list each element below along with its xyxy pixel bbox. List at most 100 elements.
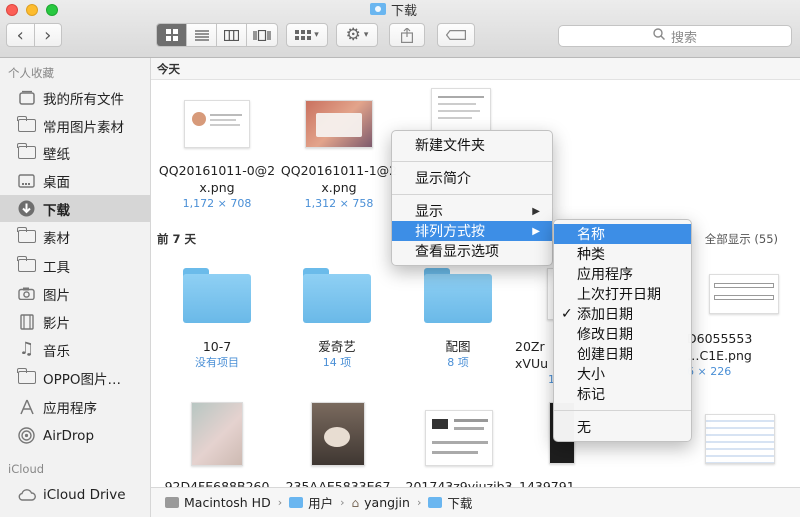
- list-view-icon: [194, 29, 209, 41]
- camera-icon: [17, 286, 36, 301]
- sidebar-item-label: 工具: [43, 259, 70, 276]
- gear-icon: ⚙: [345, 25, 361, 45]
- sort-option-size[interactable]: 大小: [554, 364, 691, 384]
- file-item[interactable]: 20Zr xVUu 1: [515, 268, 573, 387]
- file-item[interactable]: [691, 414, 791, 464]
- arrange-button[interactable]: ▾: [286, 23, 328, 47]
- sidebar-item-music[interactable]: ♫ 音乐: [0, 336, 150, 363]
- file-thumbnail: [311, 402, 365, 466]
- file-item[interactable]: D6055553 …C1E.png 6 × 226: [687, 268, 800, 379]
- back-button[interactable]: ‹: [7, 24, 35, 46]
- tags-button[interactable]: [437, 23, 475, 47]
- path-segment[interactable]: yangjin: [364, 495, 410, 510]
- sidebar-item-wallpaper[interactable]: 壁纸: [0, 139, 150, 166]
- folder-icon: [289, 497, 304, 508]
- menu-item-show[interactable]: 显示 ▶: [392, 201, 552, 221]
- folder-icon: [17, 227, 36, 243]
- sidebar-item-tools[interactable]: 工具: [0, 252, 150, 279]
- folder-item[interactable]: 爱奇艺 14 项: [277, 268, 397, 370]
- sidebar-item-desktop[interactable]: 桌面: [0, 167, 150, 194]
- file-item[interactable]: QQ20161011-0@2 x.png 1,172 × 708: [157, 94, 277, 211]
- sort-option-date-modified[interactable]: 修改日期: [554, 324, 691, 344]
- menu-item-view-options[interactable]: 查看显示选项: [392, 241, 552, 261]
- sidebar-item-movies[interactable]: 影片: [0, 308, 150, 335]
- file-dimensions: 1: [548, 373, 555, 386]
- folder-item[interactable]: 10-7 没有项目: [157, 268, 277, 370]
- sidebar-item-label: AirDrop: [43, 427, 95, 444]
- downloads-folder-icon: [370, 3, 386, 15]
- sidebar-item-icloud-drive[interactable]: iCloud Drive: [0, 481, 150, 508]
- file-item[interactable]: 92D4FE688B260: [157, 402, 277, 487]
- path-segment[interactable]: Macintosh HD: [184, 495, 271, 510]
- file-name: xVUu: [515, 356, 549, 371]
- sort-option-last-opened[interactable]: 上次打开日期: [554, 284, 691, 304]
- share-icon: [401, 27, 413, 43]
- sort-option-date-created[interactable]: 创建日期: [554, 344, 691, 364]
- chevron-down-icon: ▾: [363, 30, 369, 40]
- sort-option-application[interactable]: 应用程序: [554, 264, 691, 284]
- path-segment[interactable]: 用户: [308, 493, 333, 512]
- search-icon: [653, 28, 666, 44]
- sidebar-item-label: 应用程序: [43, 400, 97, 417]
- sidebar-item-pictures[interactable]: 图片: [0, 280, 150, 307]
- file-thumbnail: [709, 274, 779, 314]
- column-view-button[interactable]: [217, 24, 247, 46]
- action-button[interactable]: ⚙ ▾: [336, 23, 378, 47]
- sidebar-item-downloads[interactable]: 下载: [0, 195, 150, 222]
- zoom-window-button[interactable]: [46, 4, 58, 16]
- search-field[interactable]: 搜索: [558, 25, 792, 47]
- sidebar-item-airdrop[interactable]: AirDrop: [0, 422, 150, 449]
- sidebar-item-label: 我的所有文件: [43, 91, 124, 108]
- coverflow-view-button[interactable]: [247, 24, 277, 46]
- sidebar-item-label: iCloud Drive: [43, 486, 126, 503]
- airdrop-icon: [17, 427, 36, 444]
- share-button[interactable]: [389, 23, 425, 47]
- file-name: 1439791: [519, 479, 575, 487]
- menu-item-sort-by[interactable]: 排列方式按 ▶: [392, 221, 552, 241]
- file-name: QQ20161011-0@2: [158, 163, 276, 178]
- sort-option-name[interactable]: 名称: [554, 224, 691, 244]
- path-bar: Macintosh HD › 用户 › ⌂ yangjin › 下载: [151, 487, 800, 517]
- file-dimensions: 1,172 × 708: [182, 197, 252, 210]
- sidebar-item-label: 下载: [43, 202, 70, 219]
- applications-icon: [17, 399, 36, 414]
- sidebar-item-common-images[interactable]: 常用图片素材: [0, 112, 150, 139]
- sidebar-item-label: 素材: [43, 230, 70, 247]
- folder-icon: [17, 116, 36, 132]
- minimize-window-button[interactable]: [26, 4, 38, 16]
- file-thumbnail: [305, 100, 373, 148]
- path-segment[interactable]: 下载: [447, 493, 472, 512]
- folder-name: 10-7: [202, 339, 232, 354]
- file-item[interactable]: QQ20161011-1@2 x.png 1,312 × 758: [279, 94, 399, 211]
- menu-item-get-info[interactable]: 显示简介: [392, 168, 552, 188]
- sidebar-item-materials[interactable]: 素材: [0, 223, 150, 250]
- file-item[interactable]: 235AAE5833E67: [278, 402, 398, 487]
- file-name: 201743z9yjuzib3: [405, 479, 513, 487]
- sort-option-date-added[interactable]: ✓ 添加日期: [554, 304, 691, 324]
- sidebar-item-applications[interactable]: 应用程序: [0, 393, 150, 420]
- file-name: x.png: [321, 180, 357, 195]
- close-window-button[interactable]: [6, 4, 18, 16]
- sort-option-tags[interactable]: 标记: [554, 384, 691, 404]
- icon-view-icon: [165, 29, 178, 41]
- section-header-today: 今天: [151, 58, 800, 80]
- sort-option-kind[interactable]: 种类: [554, 244, 691, 264]
- icloud-heading: iCloud: [8, 462, 45, 476]
- folder-icon: [17, 143, 36, 159]
- show-all-link[interactable]: 全部显示 (55): [705, 231, 778, 247]
- cloud-icon: [17, 487, 36, 502]
- column-view-icon: [224, 29, 239, 41]
- file-item[interactable]: 201743z9yjuzib3: [399, 402, 519, 487]
- sidebar-item-oppo-images[interactable]: OPPO图片…: [0, 364, 150, 391]
- sidebar-item-label: 影片: [43, 315, 70, 332]
- downloads-folder-icon: [428, 497, 443, 508]
- list-view-button[interactable]: [187, 24, 217, 46]
- path-separator: ›: [277, 496, 283, 509]
- folder-name: 配图: [445, 339, 471, 354]
- sort-option-none[interactable]: 无: [554, 417, 691, 437]
- forward-button[interactable]: ›: [35, 24, 62, 46]
- icon-view-button[interactable]: [157, 24, 187, 46]
- sidebar-item-all-files[interactable]: 我的所有文件: [0, 84, 150, 111]
- folder-item[interactable]: 配图 8 项: [398, 268, 518, 370]
- menu-item-new-folder[interactable]: 新建文件夹: [392, 135, 552, 155]
